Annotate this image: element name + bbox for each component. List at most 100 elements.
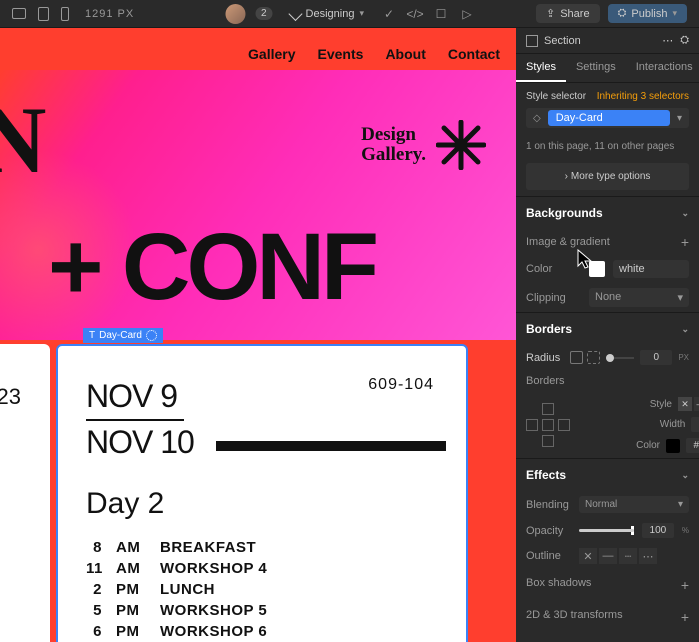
transforms-row[interactable]: 2D & 3D transforms +: [516, 601, 699, 633]
share-icon: ⇪: [546, 7, 555, 20]
style-selector-row: Style selector Inheriting 3 selectors ◇ …: [516, 83, 699, 136]
border-solid-button[interactable]: —: [694, 397, 699, 411]
nav-about[interactable]: About: [385, 46, 425, 62]
nav-gallery[interactable]: Gallery: [248, 46, 295, 62]
class-selector[interactable]: ◇ Day-Card ▾: [526, 108, 689, 128]
collaborator-count[interactable]: 2: [255, 7, 273, 20]
prev-day-card[interactable]: 2023: [0, 344, 50, 642]
tab-interactions[interactable]: Interactions: [626, 54, 699, 82]
schedule-row: 5PMWORKSHOP 5: [86, 602, 438, 619]
gear-icon[interactable]: [146, 330, 157, 341]
center-icons: ✓ </> ☐ ▷: [382, 7, 474, 21]
schedule-row: 11AMWORKSHOP 4: [86, 560, 438, 577]
radius-unit: PX: [678, 353, 689, 362]
canvas[interactable]: Gallery Events About Contact GN + CONF D…: [0, 28, 516, 642]
outline-row: Outline ✕ — ┄ ⋯: [516, 543, 699, 569]
desktop-icon[interactable]: [12, 8, 26, 19]
radius-slider[interactable]: [606, 357, 634, 359]
element-selection-label[interactable]: T Day-Card: [83, 328, 163, 343]
chevron-down-icon: ⌄: [681, 208, 689, 219]
tab-styles[interactable]: Styles: [516, 54, 566, 82]
chevron-down-icon: ⌄: [681, 324, 689, 335]
toolbar-center: 2 Designing ▾ ✓ </> ☐ ▷: [225, 4, 474, 24]
chevron-down-icon: ▾: [672, 8, 677, 19]
hero-title-line2: + CONF: [48, 213, 375, 322]
add-transform-button[interactable]: +: [681, 609, 689, 625]
chevron-down-icon: ▾: [678, 499, 683, 510]
image-gradient-row: Image & gradient +: [516, 229, 699, 255]
mode-label: Designing: [306, 8, 355, 20]
effects-section-header[interactable]: Effects ⌄: [516, 458, 699, 491]
section-icon: [526, 35, 538, 47]
border-none-button[interactable]: ✕: [678, 397, 692, 411]
radius-mode: [570, 351, 600, 364]
date-divider: [86, 419, 184, 421]
class-pill[interactable]: Day-Card: [548, 110, 670, 126]
opacity-input[interactable]: 100: [642, 523, 674, 538]
border-color-input[interactable]: #000000: [686, 438, 699, 453]
borders-section-header[interactable]: Borders ⌄: [516, 312, 699, 345]
top-toolbar: 1291 PX 2 Designing ▾ ✓ </> ☐ ▷ ⇪ Share …: [0, 0, 699, 28]
border-sides-control: Style ✕ — ┄ ⋯ Width 0 PX Color #000000: [516, 392, 699, 458]
more-icon[interactable]: ⋯: [662, 34, 674, 47]
schedule-row: 6PMWORKSHOP 6: [86, 623, 438, 640]
backgrounds-section-header[interactable]: Backgrounds ⌄: [516, 196, 699, 229]
transitions-row[interactable]: Transitions ⋯ +: [516, 633, 699, 642]
schedule-list: 8AMBREAKFAST 11AMWORKSHOP 4 2PMLUNCH 5PM…: [86, 539, 438, 640]
blending-row: Blending Normal ▾: [516, 491, 699, 518]
more-type-options-button[interactable]: › More type options: [526, 163, 689, 190]
outline-dotted-button[interactable]: ⋯: [639, 548, 657, 564]
toolbar-left: 1291 PX: [12, 7, 134, 21]
chevron-down-icon: ▾: [677, 291, 683, 304]
nav-contact[interactable]: Contact: [448, 46, 500, 62]
add-image-button[interactable]: +: [681, 234, 689, 250]
opacity-slider[interactable]: [579, 529, 634, 532]
clipping-select[interactable]: None ▾: [589, 288, 689, 307]
opacity-row: Opacity 100 %: [516, 518, 699, 543]
page: Gallery Events About Contact GN + CONF D…: [0, 28, 516, 642]
radius-uniform-icon[interactable]: [570, 351, 583, 364]
add-shadow-button[interactable]: +: [681, 577, 689, 593]
nav-events[interactable]: Events: [318, 46, 364, 62]
chevron-down-icon[interactable]: ▾: [672, 113, 687, 124]
selector-label: Style selector: [526, 91, 586, 102]
user-avatar[interactable]: [225, 4, 245, 24]
code-icon[interactable]: </>: [408, 7, 422, 21]
comment-icon[interactable]: ☐: [434, 7, 448, 21]
viewport-width: 1291 PX: [85, 8, 134, 20]
border-width-input[interactable]: 0: [691, 417, 699, 432]
phone-icon[interactable]: [61, 7, 69, 21]
box-shadows-row[interactable]: Box shadows +: [516, 569, 699, 601]
outline-solid-button[interactable]: —: [599, 548, 617, 564]
preview-icon[interactable]: ▷: [460, 7, 474, 21]
instance-count: 1 on this page, 11 on other pages: [516, 136, 699, 157]
outline-style-buttons: ✕ — ┄ ⋯: [579, 548, 657, 564]
day-card[interactable]: 609-104 NOV 9 NOV 10 Day 2 8AMBREAKFAST …: [56, 344, 468, 642]
publish-button[interactable]: ⛭ Publish ▾: [608, 4, 687, 23]
logo-star-icon: [436, 120, 486, 170]
bg-color-input[interactable]: white: [613, 260, 689, 278]
check-icon[interactable]: ✓: [382, 7, 396, 21]
year-text: 2023: [0, 384, 36, 410]
tab-settings[interactable]: Settings: [566, 54, 626, 82]
share-button[interactable]: ⇪ Share: [536, 4, 600, 23]
blending-select[interactable]: Normal ▾: [579, 496, 689, 513]
chevron-right-icon: ›: [565, 171, 568, 182]
border-color-swatch[interactable]: [666, 439, 680, 453]
radius-individual-icon[interactable]: [587, 351, 600, 364]
settings-icon[interactable]: ⛭: [680, 34, 689, 47]
inheriting-text[interactable]: Inheriting 3 selectors: [597, 91, 689, 102]
radius-row: Radius 0 PX: [516, 345, 699, 370]
mode-switch[interactable]: Designing ▾: [283, 6, 372, 22]
border-side-picker[interactable]: [526, 403, 570, 447]
outline-none-button[interactable]: ✕: [579, 548, 597, 564]
element-type: Section: [544, 35, 656, 47]
tablet-icon[interactable]: [38, 7, 49, 21]
clipping-row: Clipping None ▾: [516, 283, 699, 312]
radius-input[interactable]: 0: [640, 350, 672, 365]
day-label: Day 2: [86, 487, 438, 521]
site-logo: DesignGallery.: [361, 120, 486, 170]
bg-color-swatch[interactable]: [589, 261, 605, 277]
chevron-down-icon: ⌄: [681, 470, 689, 481]
outline-dashed-button[interactable]: ┄: [619, 548, 637, 564]
